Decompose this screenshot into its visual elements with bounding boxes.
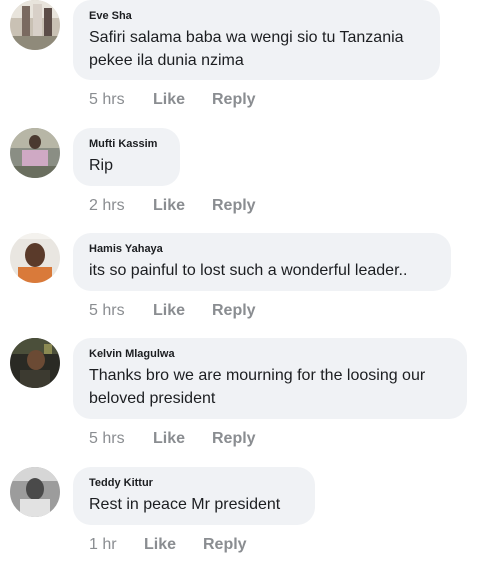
- like-button[interactable]: Like: [153, 301, 185, 321]
- comment-bubble: Eve Sha Safiri salama baba wa wengi sio …: [73, 0, 440, 80]
- comment-timestamp[interactable]: 5 hrs: [89, 90, 125, 110]
- comment-author[interactable]: Eve Sha: [89, 9, 423, 23]
- comment-text: Rest in peace Mr president: [89, 496, 281, 513]
- like-button[interactable]: Like: [144, 535, 176, 555]
- reply-button[interactable]: Reply: [212, 301, 256, 321]
- avatar-photo-icon: [10, 0, 60, 50]
- comment-bubble: Kelvin Mlagulwa Thanks bro we are mourni…: [73, 338, 467, 419]
- avatar[interactable]: [10, 128, 60, 178]
- comment-author[interactable]: Hamis Yahaya: [89, 242, 434, 256]
- like-button[interactable]: Like: [153, 196, 185, 216]
- avatar-photo-icon: [10, 233, 60, 283]
- reply-button[interactable]: Reply: [212, 196, 256, 216]
- comment-author[interactable]: Teddy Kittur: [89, 476, 298, 490]
- comment-author[interactable]: Mufti Kassim: [89, 137, 163, 151]
- comment-text: Safiri salama baba wa wengi sio tu Tanza…: [89, 29, 404, 69]
- comment-author[interactable]: Kelvin Mlagulwa: [89, 347, 450, 361]
- avatar-photo-icon: [10, 338, 60, 388]
- reply-button[interactable]: Reply: [203, 535, 247, 555]
- comment-actions: 2 hrs Like Reply: [89, 196, 289, 216]
- comment-timestamp[interactable]: 2 hrs: [89, 196, 125, 216]
- like-button[interactable]: Like: [153, 90, 185, 110]
- comment-actions: 5 hrs Like Reply: [89, 301, 289, 321]
- avatar[interactable]: [10, 467, 60, 517]
- avatar[interactable]: [10, 338, 60, 388]
- reply-button[interactable]: Reply: [212, 90, 256, 110]
- comment-bubble: Hamis Yahaya its so painful to lost such…: [73, 233, 451, 291]
- comment-actions: 1 hr Like Reply: [89, 535, 289, 555]
- avatar-photo-icon: [10, 467, 60, 517]
- like-button[interactable]: Like: [153, 429, 185, 449]
- reply-button[interactable]: Reply: [212, 429, 256, 449]
- comment-actions: 5 hrs Like Reply: [89, 429, 289, 449]
- comment-text: Rip: [89, 157, 114, 174]
- comment-bubble: Teddy Kittur Rest in peace Mr president: [73, 467, 315, 525]
- comment-timestamp[interactable]: 5 hrs: [89, 429, 125, 449]
- avatar[interactable]: [10, 0, 60, 50]
- comment-timestamp[interactable]: 5 hrs: [89, 301, 125, 321]
- avatar[interactable]: [10, 233, 60, 283]
- comment-bubble: Mufti Kassim Rip: [73, 128, 180, 186]
- comment-actions: 5 hrs Like Reply: [89, 90, 289, 110]
- comment-text: its so painful to lost such a wonderful …: [89, 262, 408, 279]
- comment-text: Thanks bro we are mourning for the loosi…: [89, 367, 426, 407]
- comment-timestamp[interactable]: 1 hr: [89, 535, 117, 555]
- avatar-photo-icon: [10, 128, 60, 178]
